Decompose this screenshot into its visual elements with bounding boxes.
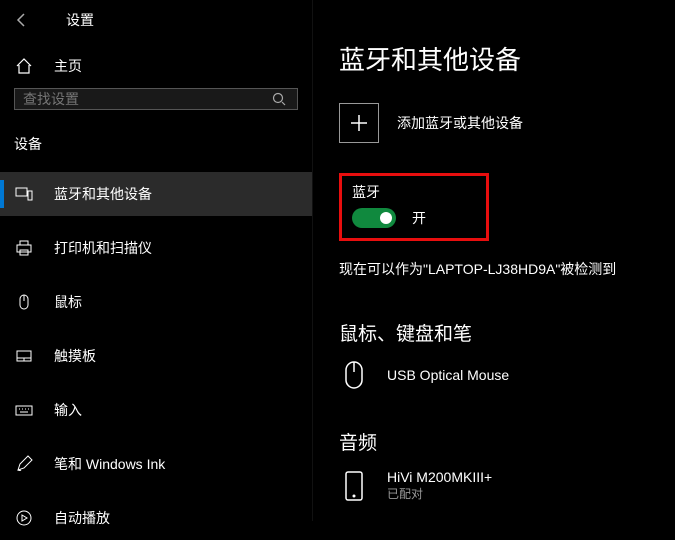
page-title: 蓝牙和其他设备: [339, 40, 655, 77]
nav-item-bluetooth-devices[interactable]: 蓝牙和其他设备: [0, 172, 312, 216]
nav-item-touchpad[interactable]: 触摸板: [0, 334, 312, 378]
nav-home-label: 主页: [54, 56, 82, 76]
nav-item-pen[interactable]: 笔和 Windows Ink: [0, 442, 312, 486]
nav-item-label: 蓝牙和其他设备: [54, 184, 152, 204]
add-device-button[interactable]: 添加蓝牙或其他设备: [339, 103, 655, 143]
device-row-audio[interactable]: HiVi M200MKIII+ 已配对: [339, 469, 655, 502]
device-name: HiVi M200MKIII+: [387, 469, 492, 485]
nav-item-label: 打印机和扫描仪: [54, 238, 152, 258]
search-input[interactable]: [23, 91, 269, 107]
plus-icon: [339, 103, 379, 143]
keyboard-icon: [14, 400, 34, 420]
home-icon: [14, 56, 34, 76]
section-audio: 音频: [339, 428, 655, 455]
mouse-device-icon: [339, 360, 369, 390]
phone-device-icon: [339, 471, 369, 501]
search-input-container[interactable]: [14, 88, 298, 110]
discoverable-text: 现在可以作为"LAPTOP-LJ38HD9A"被检测到: [339, 259, 655, 279]
nav-item-autoplay[interactable]: 自动播放: [0, 496, 312, 540]
section-mouse-kb-pen: 鼠标、键盘和笔: [339, 319, 655, 346]
add-device-label: 添加蓝牙或其他设备: [397, 113, 523, 133]
device-status: 已配对: [387, 485, 492, 502]
pen-icon: [14, 454, 34, 474]
bluetooth-devices-icon: [14, 184, 34, 204]
back-arrow-icon[interactable]: [10, 8, 34, 32]
touchpad-icon: [14, 346, 34, 366]
bluetooth-toggle[interactable]: [352, 208, 396, 228]
nav-item-typing[interactable]: 输入: [0, 388, 312, 432]
nav-section-header: 设备: [0, 134, 312, 172]
device-name: USB Optical Mouse: [387, 367, 509, 383]
bluetooth-toggle-state: 开: [412, 208, 426, 228]
nav-item-label: 输入: [54, 400, 82, 420]
nav-item-mouse[interactable]: 鼠标: [0, 280, 312, 324]
mouse-icon: [14, 292, 34, 312]
nav-item-label: 触摸板: [54, 346, 96, 366]
device-row-mouse[interactable]: USB Optical Mouse: [339, 360, 655, 390]
bluetooth-label: 蓝牙: [352, 182, 426, 202]
nav-item-label: 自动播放: [54, 508, 110, 528]
toggle-thumb: [380, 212, 392, 224]
bluetooth-toggle-highlight: 蓝牙 开: [339, 173, 489, 241]
nav-item-label: 笔和 Windows Ink: [54, 454, 165, 474]
nav-item-printers[interactable]: 打印机和扫描仪: [0, 226, 312, 270]
search-icon: [269, 89, 289, 109]
printer-icon: [14, 238, 34, 258]
nav-item-label: 鼠标: [54, 292, 82, 312]
autoplay-icon: [14, 508, 34, 528]
window-title: 设置: [66, 10, 94, 30]
nav-home[interactable]: 主页: [0, 48, 312, 88]
